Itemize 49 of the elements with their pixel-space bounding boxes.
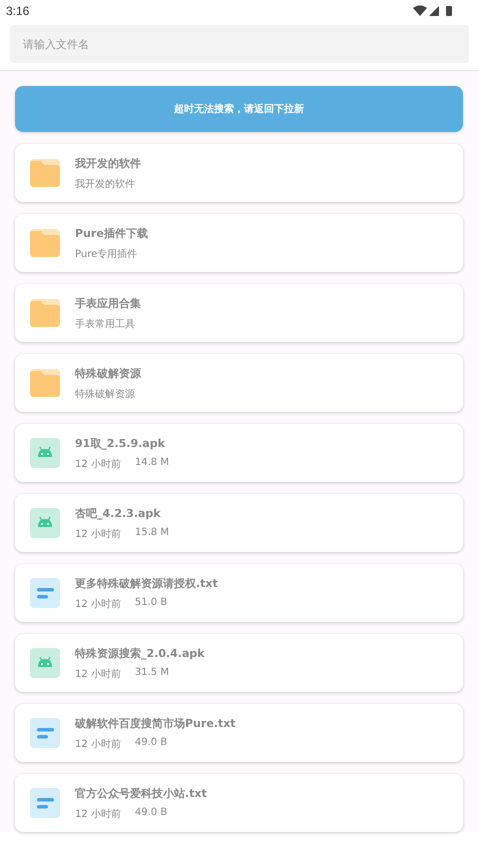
folder-icon — [30, 158, 60, 188]
android-icon — [30, 508, 60, 538]
folder-description: 手表常用工具 — [75, 318, 135, 330]
text-file-icon — [30, 578, 60, 608]
folder-description: Pure专用插件 — [75, 248, 138, 260]
folder-description: 我开发的软件 — [75, 178, 135, 190]
file-name: 特殊破解资源 — [75, 366, 141, 380]
folder-description: 特殊破解资源 — [75, 388, 135, 400]
folder-icon — [30, 228, 60, 258]
file-name: 特殊资源搜索_2.0.4.apk — [75, 646, 205, 660]
modified-time: 12 小时前 — [75, 528, 121, 540]
android-icon — [30, 438, 60, 468]
file-size: 14.8 M — [134, 456, 169, 470]
file-card[interactable]: 特殊破解资源 特殊破解资源 — [15, 354, 463, 412]
file-card[interactable]: 官方公众号爱科技小站.txt 12 小时前 49.0 B — [15, 774, 463, 832]
file-card[interactable]: 破解软件百度搜简市场Pure.txt 12 小时前 49.0 B — [15, 704, 463, 762]
file-name: 91取_2.5.9.apk — [75, 436, 166, 450]
file-card[interactable]: 杏吧_4.2.3.apk 12 小时前 15.8 M — [15, 494, 463, 552]
search-field[interactable]: 请输入文件名 — [10, 25, 469, 63]
file-card[interactable]: Pure插件下载 Pure专用插件 — [15, 214, 463, 272]
text-file-icon — [30, 788, 60, 818]
file-card[interactable]: 更多特殊破解资源请授权.txt 12 小时前 51.0 B — [15, 564, 463, 622]
file-size: 15.8 M — [134, 526, 169, 540]
file-name: 官方公众号爱科技小站.txt — [75, 786, 207, 800]
modified-time: 12 小时前 — [75, 458, 121, 470]
file-size: 49.0 B — [134, 806, 168, 820]
android-icon — [30, 648, 60, 678]
file-card[interactable]: 特殊资源搜索_2.0.4.apk 12 小时前 31.5 M — [15, 634, 463, 692]
modified-time: 12 小时前 — [75, 668, 121, 680]
modified-time: 12 小时前 — [75, 598, 121, 610]
file-card[interactable]: 我开发的软件 我开发的软件 — [15, 144, 463, 202]
file-size: 31.5 M — [134, 666, 169, 680]
text-file-icon — [30, 718, 60, 748]
file-card[interactable]: 手表应用合集 手表常用工具 — [15, 284, 463, 342]
file-name: 破解软件百度搜简市场Pure.txt — [75, 716, 236, 730]
file-name: Pure插件下载 — [75, 226, 148, 240]
file-name: 手表应用合集 — [75, 296, 141, 310]
modified-time: 12 小时前 — [75, 738, 121, 750]
file-name: 杏吧_4.2.3.apk — [75, 506, 162, 520]
notice-banner: 超时无法搜索，请返回下拉新 — [15, 86, 463, 132]
status-time: 3:16 — [6, 4, 30, 18]
file-name: 更多特殊破解资源请授权.txt — [75, 576, 218, 590]
file-card[interactable]: 91取_2.5.9.apk 12 小时前 14.8 M — [15, 424, 463, 482]
file-size: 49.0 B — [134, 736, 168, 750]
folder-icon — [30, 368, 60, 398]
modified-time: 12 小时前 — [75, 808, 121, 820]
folder-icon — [30, 298, 60, 328]
file-name: 我开发的软件 — [75, 156, 141, 170]
file-size: 51.0 B — [134, 596, 168, 610]
